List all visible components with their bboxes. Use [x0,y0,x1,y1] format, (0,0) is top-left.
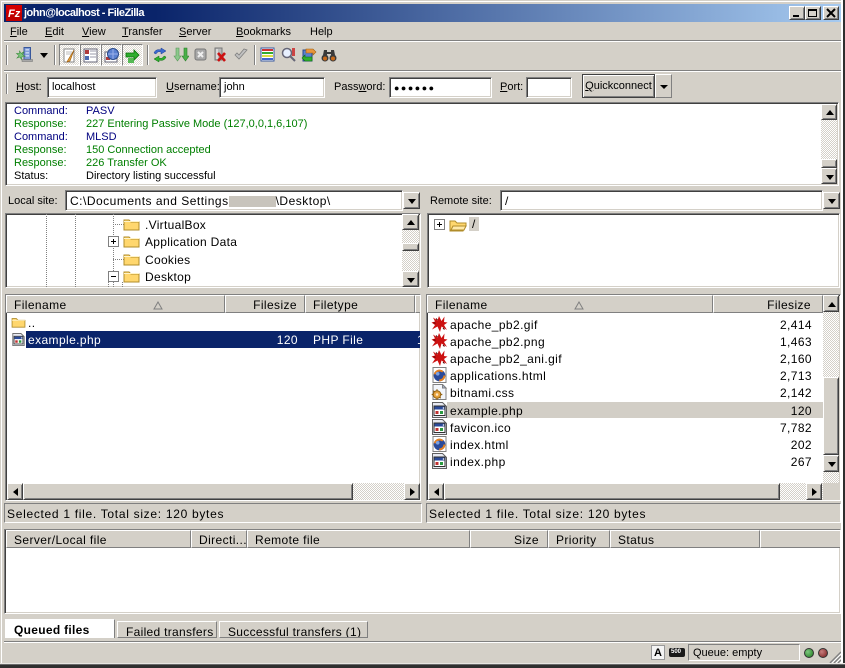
svg-text:Fz: Fz [8,8,21,20]
